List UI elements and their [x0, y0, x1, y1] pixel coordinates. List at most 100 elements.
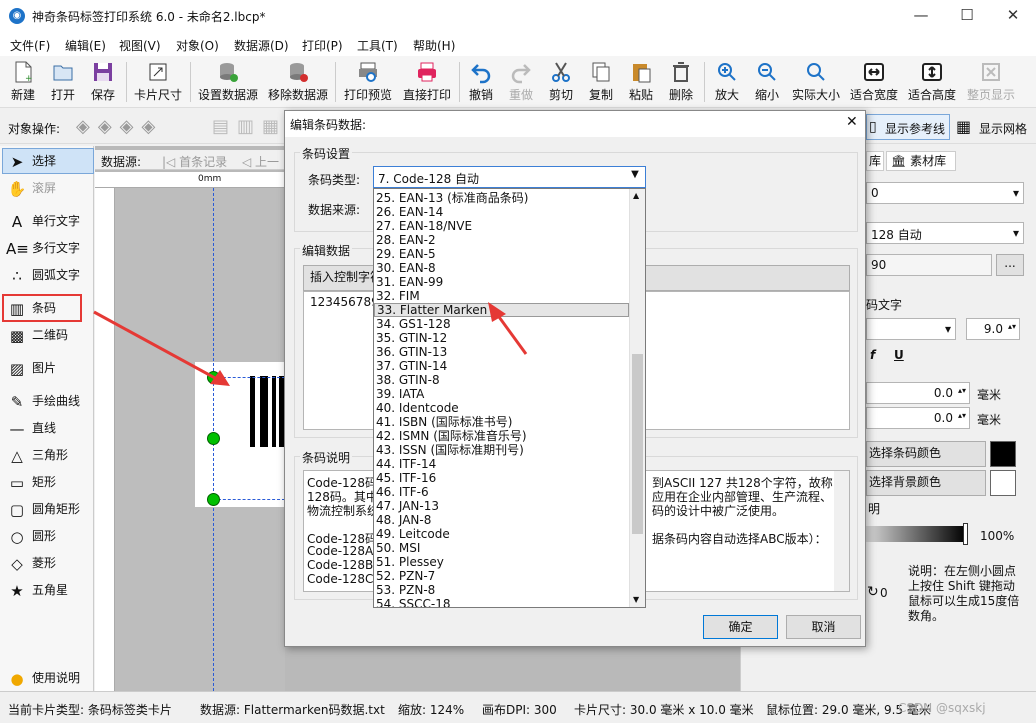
first-record-button[interactable]: |◁ 首条记录 — [162, 153, 227, 170]
selection-handle[interactable] — [207, 432, 220, 445]
menu-help[interactable]: 帮助(H) — [413, 37, 455, 54]
description-scrollbar[interactable] — [834, 471, 849, 591]
dropdown-item[interactable]: 30. EAN-8 — [374, 261, 629, 275]
selection-handle[interactable] — [207, 493, 220, 506]
tool-select[interactable]: ➤ 选择 — [6, 149, 56, 173]
dropdown-item[interactable]: 31. EAN-99 — [374, 275, 629, 289]
dropdown-scrollbar[interactable]: ▲ ▼ — [629, 189, 645, 607]
tool-rounded-rectangle[interactable]: ▢ 圆角矩形 — [6, 497, 80, 521]
font-select[interactable]: ▾ — [866, 318, 956, 340]
tool-qrcode[interactable]: ▩ 二维码 — [6, 323, 68, 347]
barcode-type-select[interactable]: 128 自动 ▾ — [866, 222, 1024, 244]
barcode-color-swatch[interactable] — [990, 441, 1016, 467]
opacity-slider-handle[interactable] — [963, 523, 968, 545]
dropdown-item[interactable]: 41. ISBN (国际标准书号) — [374, 415, 629, 429]
tool-diamond[interactable]: ◇ 菱形 — [6, 551, 56, 575]
edit-data-button[interactable]: ... — [996, 254, 1024, 276]
dropdown-item[interactable]: 38. GTIN-8 — [374, 373, 629, 387]
print-preview-button[interactable]: 打印预览 — [341, 60, 395, 106]
redo-button[interactable]: 重做 — [504, 60, 538, 106]
tool-image[interactable]: ▨ 图片 — [6, 356, 56, 380]
ok-button[interactable]: 确定 — [703, 615, 778, 639]
dropdown-item[interactable]: 37. GTIN-14 — [374, 359, 629, 373]
tool-star[interactable]: ★ 五角星 — [6, 578, 68, 602]
dropdown-item[interactable]: 25. EAN-13 (标准商品条码) — [374, 191, 629, 205]
close-window-button[interactable]: ✕ — [990, 0, 1036, 32]
cut-button[interactable]: 剪切 — [544, 60, 578, 106]
dropdown-item[interactable]: 40. Identcode — [374, 401, 629, 415]
dropdown-item[interactable]: 44. ITF-14 — [374, 457, 629, 471]
help-button[interactable]: ● 使用说明 — [6, 666, 80, 690]
bold-toggle[interactable]: f — [870, 348, 875, 362]
tab-material-library[interactable]: 🏛 素材库 — [886, 151, 956, 171]
prev-record-button[interactable]: ◁ 上一 — [242, 153, 279, 170]
show-grid-toggle[interactable]: 显示网格 — [979, 120, 1027, 137]
tool-triangle[interactable]: △ 三角形 — [6, 443, 68, 467]
tool-circle[interactable]: ○ 圆形 — [6, 524, 56, 548]
card-size-button[interactable]: 卡片尺寸 — [131, 60, 185, 106]
fit-width-button[interactable]: 适合宽度 — [848, 60, 900, 106]
dropdown-item[interactable]: 43. ISSN (国际标准期刊号) — [374, 443, 629, 457]
scroll-thumb[interactable] — [632, 354, 643, 534]
menu-view[interactable]: 视图(V) — [119, 37, 161, 54]
actual-size-button[interactable]: 实际大小 — [790, 60, 842, 106]
copy-button[interactable]: 复制 — [584, 60, 618, 106]
new-button[interactable]: + 新建 — [5, 60, 41, 106]
tool-multi-line-text[interactable]: A≡ 多行文字 — [6, 236, 80, 260]
underline-toggle[interactable]: U — [894, 348, 904, 362]
tool-freehand[interactable]: ✎ 手绘曲线 — [6, 389, 80, 413]
undo-button[interactable]: 撤销 — [464, 60, 498, 106]
dropdown-item[interactable]: 48. JAN-8 — [374, 513, 629, 527]
object-select[interactable]: 0 ▾ — [866, 182, 1024, 204]
barcode-data-field[interactable]: 90 — [866, 254, 992, 276]
dropdown-item[interactable]: 29. EAN-5 — [374, 247, 629, 261]
dropdown-item[interactable]: 47. JAN-13 — [374, 499, 629, 513]
tab-library[interactable]: 库 — [866, 151, 884, 171]
save-button[interactable]: 保存 — [85, 60, 121, 106]
cancel-button[interactable]: 取消 — [786, 615, 861, 639]
x-offset-field[interactable]: 0.0 ▴▾ — [866, 382, 970, 404]
dropdown-item[interactable]: 27. EAN-18/NVE — [374, 219, 629, 233]
dropdown-item[interactable]: 26. EAN-14 — [374, 205, 629, 219]
dropdown-item[interactable]: 51. Plessey — [374, 555, 629, 569]
dropdown-item[interactable]: 39. IATA — [374, 387, 629, 401]
dropdown-item[interactable]: 49. Leitcode — [374, 527, 629, 541]
tool-arc-text[interactable]: ∴ 圆弧文字 — [6, 263, 80, 287]
dialog-close-button[interactable]: ✕ — [846, 114, 858, 130]
zoom-in-button[interactable]: 放大 — [710, 60, 744, 106]
tool-line[interactable]: — 直线 — [6, 416, 57, 440]
tool-rectangle[interactable]: ▭ 矩形 — [6, 470, 56, 494]
dropdown-item[interactable]: 46. ITF-6 — [374, 485, 629, 499]
menu-file[interactable]: 文件(F) — [10, 37, 50, 54]
print-button[interactable]: 直接打印 — [400, 60, 454, 106]
dropdown-item[interactable]: 28. EAN-2 — [374, 233, 629, 247]
dropdown-item[interactable]: 50. MSI — [374, 541, 629, 555]
scroll-down-icon[interactable]: ▼ — [633, 595, 639, 604]
fit-height-button[interactable]: 适合高度 — [906, 60, 958, 106]
y-offset-field[interactable]: 0.0 ▴▾ — [866, 407, 970, 429]
bg-color-button[interactable]: 选择背景颜色 — [866, 470, 986, 496]
barcode-type-dropdown[interactable]: 25. EAN-13 (标准商品条码) 26. EAN-14 27. EAN-18/… — [373, 188, 646, 608]
show-guides-toggle[interactable]: ▯ 显示参考线 — [866, 114, 950, 140]
dropdown-item[interactable]: 52. PZN-7 — [374, 569, 629, 583]
minimize-button[interactable]: — — [898, 0, 944, 32]
dropdown-item[interactable]: 42. ISMN (国际标准音乐号) — [374, 429, 629, 443]
tool-single-line-text[interactable]: A 单行文字 — [6, 209, 80, 233]
set-datasource-button[interactable]: 设置数据源 — [196, 60, 260, 106]
opacity-slider[interactable] — [866, 526, 966, 542]
paste-button[interactable]: 粘贴 — [624, 60, 658, 106]
menu-tools[interactable]: 工具(T) — [357, 37, 398, 54]
menu-object[interactable]: 对象(O) — [176, 37, 219, 54]
full-page-button[interactable]: 整页显示 — [964, 60, 1018, 106]
menu-print[interactable]: 打印(P) — [302, 37, 343, 54]
delete-button[interactable]: 删除 — [664, 60, 698, 106]
barcode-type-combobox[interactable]: 7. Code-128 自动 ▼ — [373, 166, 646, 188]
tool-scroll[interactable]: ✋ 滚屏 — [6, 176, 56, 200]
remove-datasource-button[interactable]: 移除数据源 — [266, 60, 330, 106]
open-button[interactable]: 打开 — [45, 60, 81, 106]
menu-datasource[interactable]: 数据源(D) — [234, 37, 289, 54]
barcode-color-button[interactable]: 选择条码颜色 — [866, 441, 986, 467]
dropdown-item[interactable]: 54. SSCC-18 — [374, 597, 629, 607]
menu-edit[interactable]: 编辑(E) — [65, 37, 106, 54]
zoom-out-button[interactable]: 缩小 — [750, 60, 784, 106]
